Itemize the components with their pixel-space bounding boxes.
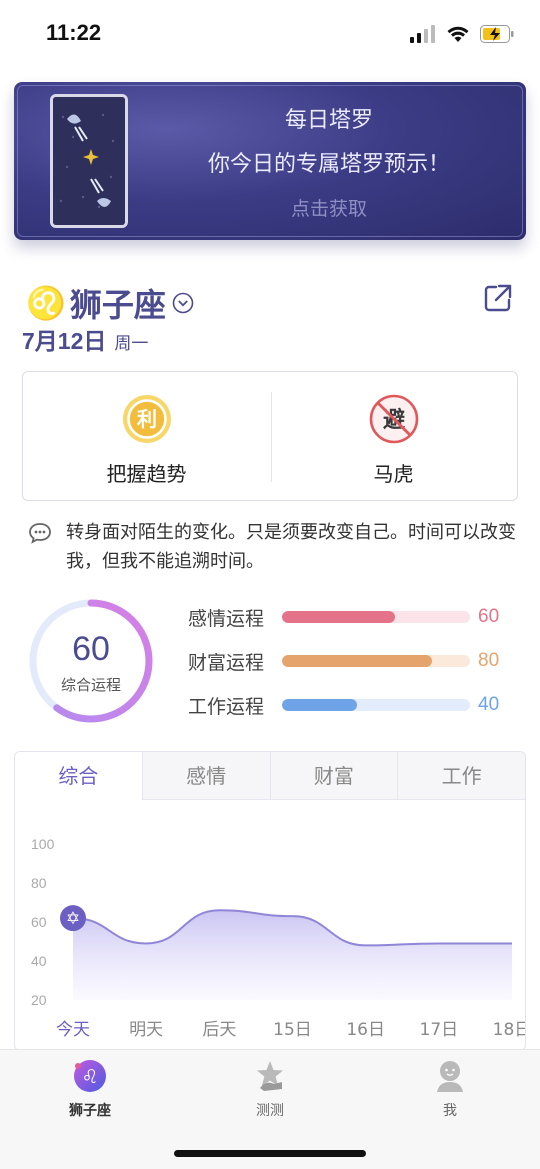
score-value: 40 <box>478 694 500 715</box>
star-hand-icon <box>257 1061 283 1091</box>
home-indicator <box>174 1150 366 1157</box>
score-work: 工作运程 40 <box>188 691 518 719</box>
tarot-card-art <box>53 97 125 225</box>
score-fill <box>282 611 395 623</box>
fortune-trend-card: 综合 感情 财富 工作 100 80 60 40 20 ✡ 今天 明天 后天 15日 16日 17日 1… <box>14 751 526 1051</box>
fortune-tabs: 综合 感情 财富 工作 <box>15 752 525 800</box>
svg-text:♌: ♌ <box>81 1066 98 1088</box>
y-tick-label: 60 <box>31 914 47 930</box>
daily-quote: 转身面对陌生的变化。只是须要改变自己。时间可以改变我，但我不能追溯时间。 <box>66 522 516 572</box>
banner-background: 每日塔罗 你今日的专属塔罗预示！ 点击获取 <box>14 82 526 240</box>
good-badge-text: 利 <box>137 407 157 431</box>
overall-score-value: 60 <box>72 630 110 668</box>
share-icon[interactable] <box>482 282 514 314</box>
y-tick-label: 40 <box>31 953 47 969</box>
score-track <box>282 611 470 623</box>
score-fill <box>282 655 433 667</box>
y-tick-label: 80 <box>31 875 47 891</box>
x-tick-label: 16日 <box>346 1020 385 1040</box>
score-wealth: 财富运程 80 <box>188 647 518 675</box>
tab-love[interactable]: 感情 <box>141 752 270 800</box>
status-bar: 11:22 <box>0 0 540 64</box>
sign-name: 狮子座 <box>69 286 166 324</box>
weekday: 周一 <box>114 334 149 354</box>
score-value: 80 <box>478 650 500 671</box>
avoid-label: 马虎 <box>373 462 414 486</box>
chevron-down-icon[interactable] <box>172 292 194 314</box>
score-value: 60 <box>478 606 500 627</box>
nav-leo[interactable]: ♌ 狮子座 <box>30 1058 150 1120</box>
nav-label: 我 <box>443 1103 457 1119</box>
today-marker-icon: ✡ <box>60 905 86 932</box>
x-tick-label: 18日 <box>493 1020 526 1040</box>
sign-selector[interactable]: ♌ 狮子座 <box>22 280 194 326</box>
battery-charging-icon <box>480 25 514 43</box>
user-icon <box>437 1061 463 1092</box>
fortune-trend-chart: 100 80 60 40 20 ✡ 今天 明天 后天 15日 16日 17日 18日 <box>31 836 526 1040</box>
advice-avoid: 避 马虎 <box>270 372 517 500</box>
banner-title: 每日塔罗 <box>284 108 373 133</box>
y-tick-label: 100 <box>31 836 55 852</box>
score-label: 感情运程 <box>188 607 265 630</box>
tab-wealth[interactable]: 财富 <box>269 752 398 800</box>
daily-tarot-banner[interactable]: 每日塔罗 你今日的专属塔罗预示！ 点击获取 <box>14 82 526 242</box>
x-tick-label: 今天 <box>56 1020 90 1040</box>
y-tick-label: 20 <box>31 992 47 1008</box>
x-tick-label: 后天 <box>202 1020 236 1040</box>
nav-me[interactable]: 我 <box>390 1058 510 1120</box>
leo-symbol-icon: ♌ <box>26 284 66 322</box>
good-label: 把握趋势 <box>106 462 187 486</box>
score-label: 财富运程 <box>188 651 265 674</box>
banner-get-button[interactable]: 点击获取 <box>214 194 444 221</box>
date: 7月12日 <box>22 328 107 354</box>
x-tick-label: 明天 <box>129 1020 163 1040</box>
score-love: 感情运程 60 <box>188 603 518 631</box>
status-icons <box>410 22 514 46</box>
nav-label: 测测 <box>256 1103 284 1119</box>
avoid-badge-icon: 避 <box>369 394 418 444</box>
score-fill <box>282 699 358 711</box>
trend-area <box>73 910 512 1000</box>
wifi-icon <box>447 26 469 42</box>
tab-overall[interactable]: 综合 <box>15 752 142 800</box>
good-badge-icon: 利 <box>122 395 171 443</box>
advice-good: 利 把握趋势 <box>23 372 270 500</box>
date-row: 7月12日 周一 <box>22 322 148 356</box>
nav-label: 狮子座 <box>69 1103 111 1119</box>
overall-score-label: 综合运程 <box>60 676 121 694</box>
daily-advice-box: 利 把握趋势 避 马虎 <box>22 371 518 501</box>
leo-icon: ♌ <box>74 1060 106 1092</box>
status-time: 11:22 <box>46 20 102 45</box>
signal-icon <box>410 25 435 43</box>
score-label: 工作运程 <box>188 695 265 718</box>
score-track <box>282 699 470 711</box>
tab-work[interactable]: 工作 <box>397 752 525 800</box>
x-tick-label: 15日 <box>273 1020 312 1040</box>
tarot-card-image <box>50 94 128 228</box>
speech-bubble-icon <box>29 523 51 544</box>
banner-subtitle: 你今日的专属塔罗预示！ <box>207 152 450 177</box>
x-tick-label: 17日 <box>420 1020 459 1040</box>
svg-text:✡: ✡ <box>66 909 80 929</box>
nav-tests[interactable]: 测测 <box>210 1058 330 1120</box>
score-track <box>282 655 470 667</box>
